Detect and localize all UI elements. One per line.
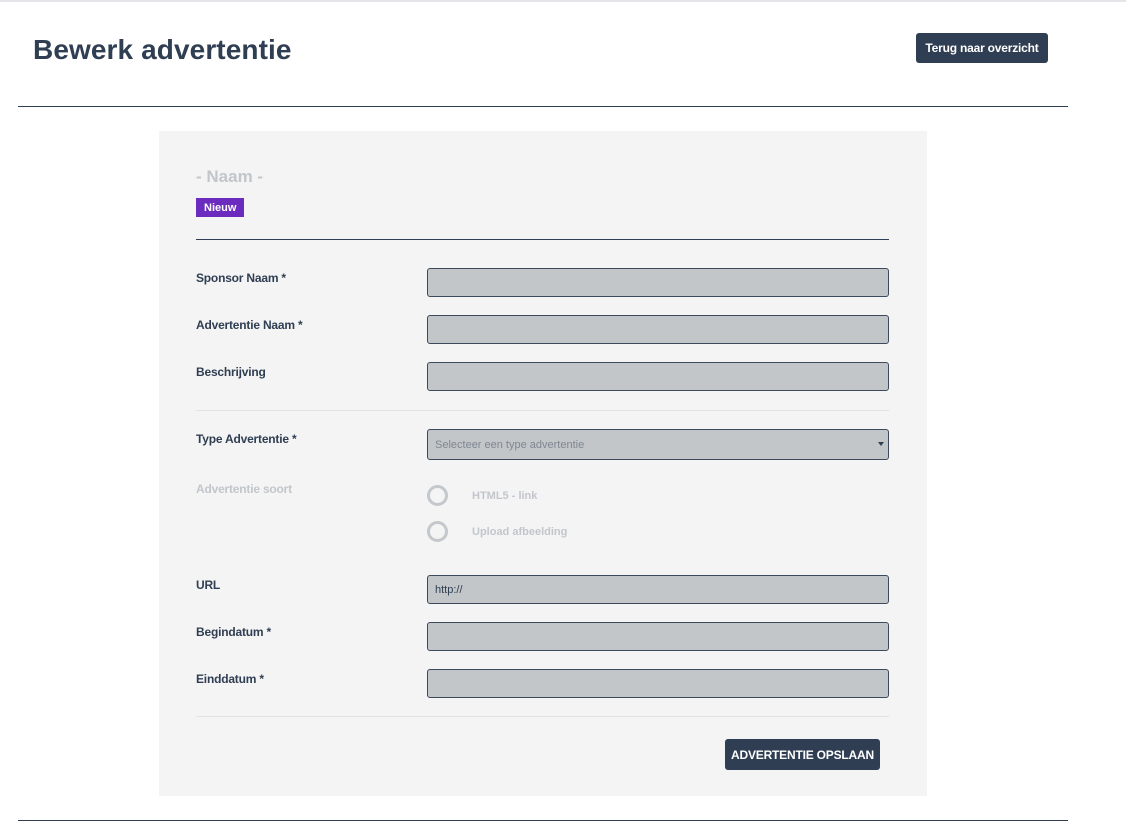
ad-name-heading: - Naam - (196, 167, 264, 186)
sponsor-name-label: Sponsor Naam * (196, 271, 286, 285)
radio-circle-icon (427, 521, 448, 542)
url-label: URL (196, 578, 221, 592)
radio-circle-icon (427, 485, 448, 506)
section-divider (196, 716, 889, 717)
start-date-input[interactable] (427, 622, 889, 651)
end-date-label: Einddatum * (196, 672, 264, 686)
save-ad-button[interactable]: ADVERTENTIE OPSLAAN (725, 739, 880, 770)
sponsor-name-input[interactable] (427, 268, 889, 297)
ad-edit-card: - Naam - Nieuw Sponsor Naam * Advertenti… (159, 131, 927, 796)
radio-upload-image-label: Upload afbeelding (472, 525, 568, 538)
section-divider (196, 410, 889, 411)
ad-type-placeholder: Selecteer een type advertentie (435, 438, 585, 451)
ad-name-label: Advertentie Naam * (196, 318, 303, 332)
ad-kind-label: Advertentie soort (196, 482, 292, 496)
end-date-input[interactable] (427, 669, 889, 698)
start-date-label: Begindatum * (196, 625, 271, 639)
top-border (0, 0, 1126, 2)
description-label: Beschrijving (196, 365, 266, 379)
page-title: Bewerk advertentie (33, 34, 292, 65)
caret-down-icon (878, 442, 884, 446)
ad-type-label: Type Advertentie * (196, 432, 297, 446)
radio-html5-link[interactable]: HTML5 - link (427, 485, 537, 506)
footer-divider (18, 820, 1068, 821)
radio-html5-link-label: HTML5 - link (472, 489, 538, 502)
header-divider (18, 106, 1068, 107)
radio-upload-image[interactable]: Upload afbeelding (427, 521, 567, 542)
ad-name-input[interactable] (427, 315, 889, 344)
status-badge: Nieuw (196, 198, 245, 217)
url-input[interactable] (427, 575, 889, 604)
ad-type-select[interactable]: Selecteer een type advertentie (427, 429, 889, 460)
card-header-divider (196, 239, 889, 240)
back-to-overview-button[interactable]: Terug naar overzicht (916, 33, 1048, 63)
description-input[interactable] (427, 362, 889, 391)
